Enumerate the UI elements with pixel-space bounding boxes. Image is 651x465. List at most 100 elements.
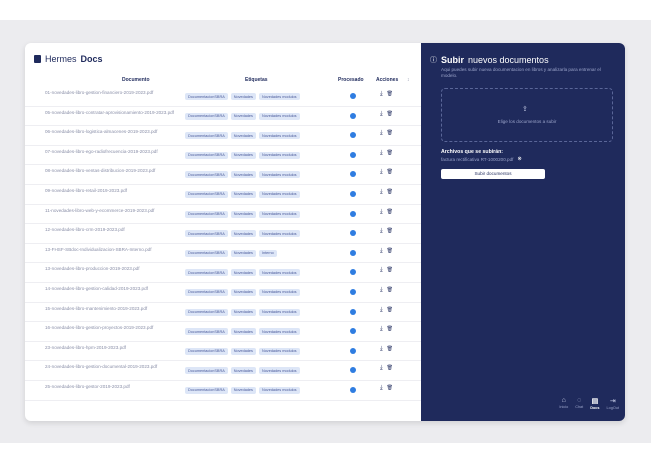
nav-item-chat[interactable]: ◌ Chat	[575, 397, 583, 410]
tag-badge[interactable]: Novedades	[230, 171, 256, 179]
download-icon[interactable]: ⤓	[380, 111, 383, 118]
trash-icon[interactable]: 🗑	[387, 209, 393, 216]
tag-badge[interactable]: DocumentacionSBRA	[185, 171, 228, 179]
tag-badge[interactable]: DocumentacionSBRA	[185, 93, 228, 100]
download-icon[interactable]: ⤓	[380, 385, 383, 392]
tag-badge[interactable]: Novedades	[230, 269, 256, 277]
tag-badge[interactable]: Novedades	[230, 308, 256, 316]
tag-badge[interactable]: Novedades modulos	[258, 132, 300, 140]
tag-badge[interactable]: Novedades	[230, 230, 256, 238]
sort-icon[interactable]: ↕	[407, 77, 410, 83]
tag-badge[interactable]: Novedades modulos	[258, 269, 300, 277]
tag-badge[interactable]: DocumentacionSBRA	[185, 210, 228, 218]
download-icon[interactable]: ⤓	[380, 130, 383, 137]
tag-badge[interactable]: Novedades	[230, 93, 256, 100]
tag-badge[interactable]: Novedades modulos	[258, 308, 300, 316]
trash-icon[interactable]: 🗑	[387, 326, 393, 333]
trash-icon[interactable]: 🗑	[387, 189, 393, 196]
tag-badge[interactable]: DocumentacionSBRA	[185, 347, 228, 355]
trash-icon[interactable]: 🗑	[387, 111, 393, 118]
upload-documents-button[interactable]: Subir documentos	[441, 169, 545, 179]
tag-badge[interactable]: Novedades modulos	[258, 93, 300, 100]
document-name[interactable]: 11-novedades-libro-web-y-ecommerce-2019-…	[45, 208, 185, 214]
tag-badge[interactable]: Novedades modulos	[258, 210, 300, 218]
document-name[interactable]: 13-FHSF-SBdoc-Individualizacion-SBRA-Int…	[45, 247, 185, 253]
tag-badge[interactable]: DocumentacionSBRA	[185, 230, 228, 238]
document-name[interactable]: 15-novedades-libro-mantenimiento-2019-20…	[45, 306, 185, 312]
document-name[interactable]: 08-novedades-libro-ventas-distribucion-2…	[45, 168, 185, 174]
download-icon[interactable]: ⤓	[380, 326, 383, 333]
tag-badge[interactable]: DocumentacionSBRA	[185, 386, 228, 394]
trash-icon[interactable]: 🗑	[387, 130, 393, 137]
trash-icon[interactable]: 🗑	[387, 150, 393, 157]
trash-icon[interactable]: 🗑	[387, 287, 393, 294]
download-icon[interactable]: ⤓	[380, 267, 383, 274]
download-icon[interactable]: ⤓	[380, 248, 383, 255]
tag-badge[interactable]: Novedades	[230, 132, 256, 140]
tag-badge[interactable]: DocumentacionSBRA	[185, 269, 228, 277]
tag-badge[interactable]: Novedades	[230, 112, 256, 120]
document-name[interactable]: 24-novedades-libro-gestion-documental-20…	[45, 364, 185, 370]
tag-badge[interactable]: Interno	[258, 249, 277, 257]
download-icon[interactable]: ⤓	[380, 189, 383, 196]
tag-badge[interactable]: Novedades	[230, 328, 256, 336]
document-name[interactable]: 25-novedades-libro-gestor-2019-2023.pdf	[45, 384, 185, 390]
download-icon[interactable]: ⤓	[380, 91, 383, 98]
trash-icon[interactable]: 🗑	[387, 346, 393, 353]
tag-badge[interactable]: Novedades modulos	[258, 190, 300, 198]
document-name[interactable]: 23-novedades-libro-hpm-2019-2023.pdf	[45, 345, 185, 351]
download-icon[interactable]: ⤓	[380, 209, 383, 216]
tag-badge[interactable]: DocumentacionSBRA	[185, 112, 228, 120]
tag-badge[interactable]: DocumentacionSBRA	[185, 288, 228, 296]
tag-badge[interactable]: Novedades modulos	[258, 230, 300, 238]
trash-icon[interactable]: 🗑	[387, 365, 393, 372]
tag-badge[interactable]: DocumentacionSBRA	[185, 367, 228, 375]
trash-icon[interactable]: 🗑	[387, 169, 393, 176]
document-name[interactable]: 07-novedades-libro-ego-radiofrecuencia-2…	[45, 149, 185, 155]
tag-badge[interactable]: Novedades	[230, 367, 256, 375]
nav-item-docs[interactable]: ▤ Docs	[590, 397, 599, 410]
tag-badge[interactable]: Novedades	[230, 288, 256, 296]
trash-icon[interactable]: 🗑	[387, 91, 393, 98]
tag-badge[interactable]: Novedades modulos	[258, 171, 300, 179]
tag-badge[interactable]: Novedades	[230, 347, 256, 355]
tag-badge[interactable]: DocumentacionSBRA	[185, 308, 228, 316]
tag-badge[interactable]: Novedades	[230, 190, 256, 198]
trash-icon[interactable]: 🗑	[387, 307, 393, 314]
document-name[interactable]: 06-novedades-libro-logistica-almacenes-2…	[45, 129, 185, 135]
tag-badge[interactable]: Novedades modulos	[258, 151, 300, 159]
tag-badge[interactable]: Novedades modulos	[258, 367, 300, 375]
document-name[interactable]: 13-novedades-libro-produccion-2019-2023.…	[45, 266, 185, 272]
document-name[interactable]: 16-novedades-libro-gestion-proyectos-201…	[45, 325, 185, 331]
nav-item-logout[interactable]: ⇥ LogOut	[607, 397, 619, 410]
tag-badge[interactable]: Novedades	[230, 386, 256, 394]
document-name[interactable]: 01-novedades-libro-gestion-financiero-20…	[45, 90, 185, 96]
tag-badge[interactable]: Novedades modulos	[258, 112, 300, 120]
tag-badge[interactable]: Novedades modulos	[258, 347, 300, 355]
download-icon[interactable]: ⤓	[380, 365, 383, 372]
download-icon[interactable]: ⤓	[380, 228, 383, 235]
tag-badge[interactable]: DocumentacionSBRA	[185, 328, 228, 336]
trash-icon[interactable]: 🗑	[387, 385, 393, 392]
document-name[interactable]: 14-novedades-libro-gestion-calidad-2019-…	[45, 286, 185, 292]
file-dropzone[interactable]: ⇪ Elige los documentos a subir	[441, 88, 613, 142]
tag-badge[interactable]: DocumentacionSBRA	[185, 190, 228, 198]
download-icon[interactable]: ⤓	[380, 307, 383, 314]
trash-icon[interactable]: 🗑	[387, 228, 393, 235]
tag-badge[interactable]: DocumentacionSBRA	[185, 249, 228, 257]
tag-badge[interactable]: Novedades modulos	[258, 386, 300, 394]
download-icon[interactable]: ⤓	[380, 346, 383, 353]
nav-item-inicio[interactable]: ⌂ Inicio	[559, 397, 568, 410]
tag-badge[interactable]: Novedades modulos	[258, 328, 300, 336]
download-icon[interactable]: ⤓	[380, 287, 383, 294]
tag-badge[interactable]: Novedades	[230, 249, 256, 257]
trash-icon[interactable]: 🗑	[387, 267, 393, 274]
tag-badge[interactable]: Novedades	[230, 151, 256, 159]
tag-badge[interactable]: Novedades	[230, 210, 256, 218]
tag-badge[interactable]: DocumentacionSBRA	[185, 151, 228, 159]
trash-icon[interactable]: 🗑	[387, 248, 393, 255]
tag-badge[interactable]: DocumentacionSBRA	[185, 132, 228, 140]
document-name[interactable]: 05-novedades-libro-contratar-aprovisiona…	[45, 110, 185, 116]
download-icon[interactable]: ⤓	[380, 150, 383, 157]
remove-file-icon[interactable]: ⊗	[517, 156, 521, 162]
